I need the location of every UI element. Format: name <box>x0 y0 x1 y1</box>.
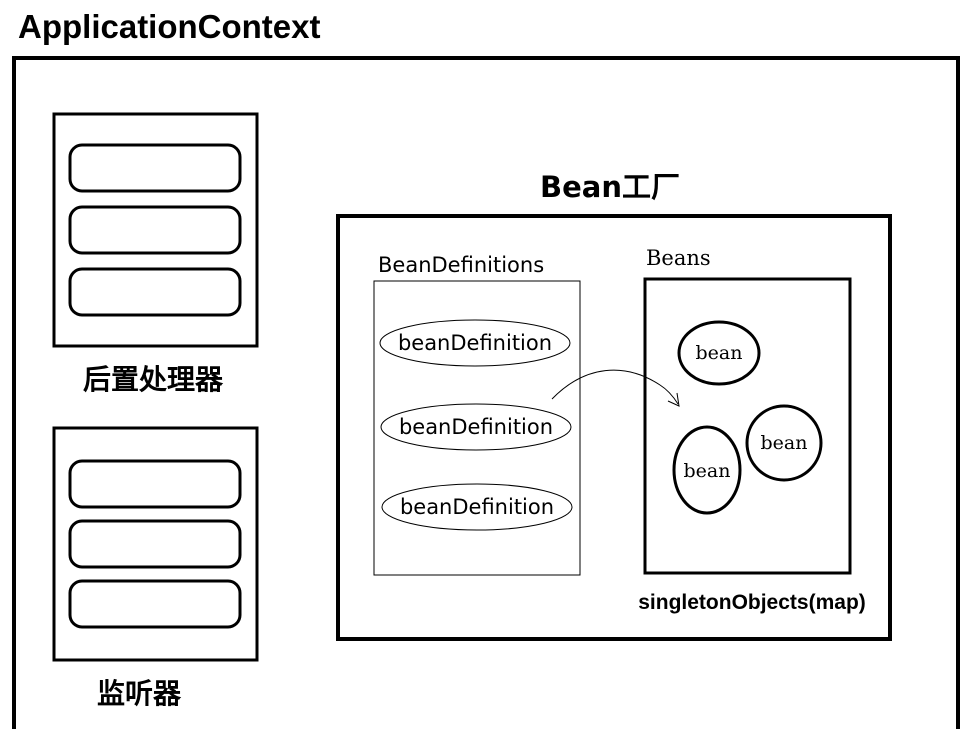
bean-definition-label: beanDefinition <box>398 331 552 355</box>
listener-slot <box>68 459 242 509</box>
bean-label: bean <box>696 342 743 364</box>
singleton-objects-caption: singletonObjects(map) <box>638 591 866 614</box>
bean-label: bean <box>761 432 808 454</box>
bean-factory-title: Bean工厂 <box>540 170 680 204</box>
creation-arrow <box>551 369 679 405</box>
listener-box <box>52 426 259 662</box>
post-processor-slot <box>68 143 242 193</box>
page-title: ApplicationContext <box>18 8 321 45</box>
bean-definition-label: beanDefinition <box>399 415 553 439</box>
post-processor-box <box>52 112 259 348</box>
beans-box <box>643 277 852 575</box>
listener-slot <box>68 519 242 569</box>
listener-label: 监听器 <box>97 677 182 710</box>
bean-definition-label: beanDefinition <box>400 495 554 519</box>
post-processor-slot <box>68 205 242 255</box>
listener-slot <box>68 579 242 629</box>
bean-label: bean <box>684 460 731 482</box>
beans-header: Beans <box>646 246 711 270</box>
diagram-canvas: ApplicationContext 后置处理器 监听器 Bean工厂 Bean… <box>12 8 960 729</box>
arrow-head-icon <box>667 392 680 407</box>
post-processor-slot <box>68 267 242 317</box>
post-processor-label: 后置处理器 <box>83 363 224 396</box>
bean-definitions-header: BeanDefinitions <box>378 253 544 277</box>
